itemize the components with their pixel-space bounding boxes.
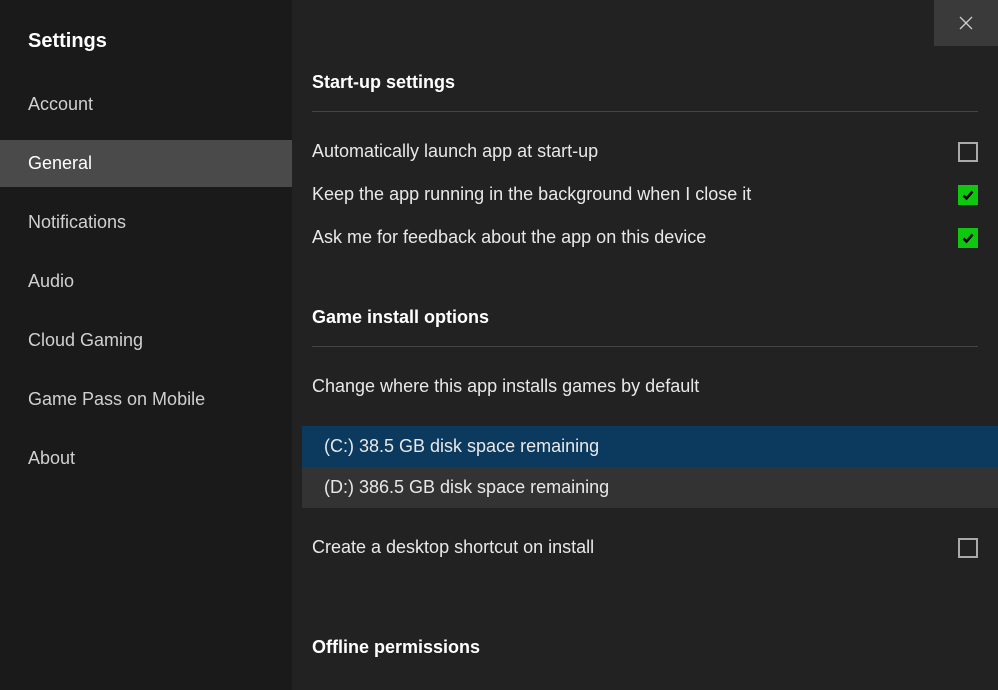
divider: [312, 111, 978, 112]
checkbox-feedback[interactable]: [958, 228, 978, 248]
setting-label: Change where this app installs games by …: [312, 376, 699, 397]
section-title-startup: Start-up settings: [312, 72, 978, 93]
checkbox-keep-running[interactable]: [958, 185, 978, 205]
setting-keep-running: Keep the app running in the background w…: [312, 173, 978, 216]
setting-change-location: Change where this app installs games by …: [312, 365, 978, 408]
close-icon: [959, 16, 973, 30]
setting-shortcut: Create a desktop shortcut on install: [312, 526, 978, 569]
section-title-install: Game install options: [312, 307, 978, 328]
sidebar-item-game-pass-mobile[interactable]: Game Pass on Mobile: [0, 376, 292, 423]
checkbox-auto-launch[interactable]: [958, 142, 978, 162]
sidebar-item-about[interactable]: About: [0, 435, 292, 482]
checkbox-shortcut[interactable]: [958, 538, 978, 558]
divider: [312, 346, 978, 347]
sidebar-item-cloud-gaming[interactable]: Cloud Gaming: [0, 317, 292, 364]
sidebar-item-audio[interactable]: Audio: [0, 258, 292, 305]
setting-feedback: Ask me for feedback about the app on thi…: [312, 216, 978, 259]
sidebar-item-account[interactable]: Account: [0, 81, 292, 128]
sidebar: Settings Account General Notifications A…: [0, 0, 292, 690]
sidebar-item-notifications[interactable]: Notifications: [0, 199, 292, 246]
check-icon: [961, 231, 975, 245]
setting-label: Automatically launch app at start-up: [312, 141, 598, 162]
page-title: Settings: [0, 20, 292, 81]
close-button[interactable]: [934, 0, 998, 46]
content-panel: Start-up settings Automatically launch a…: [292, 0, 998, 690]
setting-label: Create a desktop shortcut on install: [312, 537, 594, 558]
drive-dropdown[interactable]: (C:) 38.5 GB disk space remaining (D:) 3…: [302, 426, 998, 508]
drive-option-d[interactable]: (D:) 386.5 GB disk space remaining: [302, 467, 998, 508]
setting-label: Keep the app running in the background w…: [312, 184, 751, 205]
setting-auto-launch: Automatically launch app at start-up: [312, 130, 978, 173]
setting-label: Ask me for feedback about the app on thi…: [312, 227, 706, 248]
drive-option-c[interactable]: (C:) 38.5 GB disk space remaining: [302, 426, 998, 467]
check-icon: [961, 188, 975, 202]
section-title-offline: Offline permissions: [312, 637, 978, 658]
sidebar-item-general[interactable]: General: [0, 140, 292, 187]
